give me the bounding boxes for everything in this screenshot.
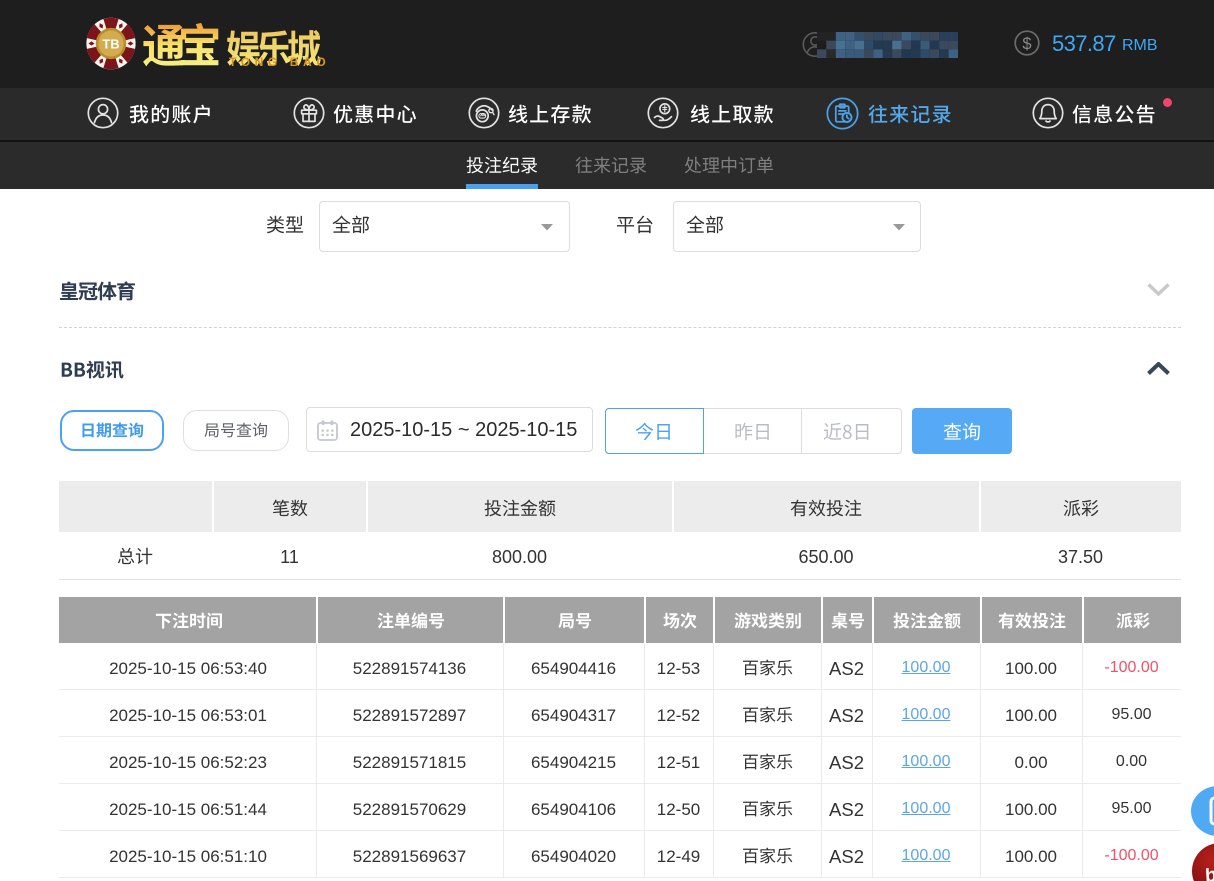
svg-text:bb: bb — [1203, 861, 1214, 881]
svg-text:TB: TB — [102, 37, 119, 52]
svg-text:$: $ — [1022, 35, 1031, 53]
